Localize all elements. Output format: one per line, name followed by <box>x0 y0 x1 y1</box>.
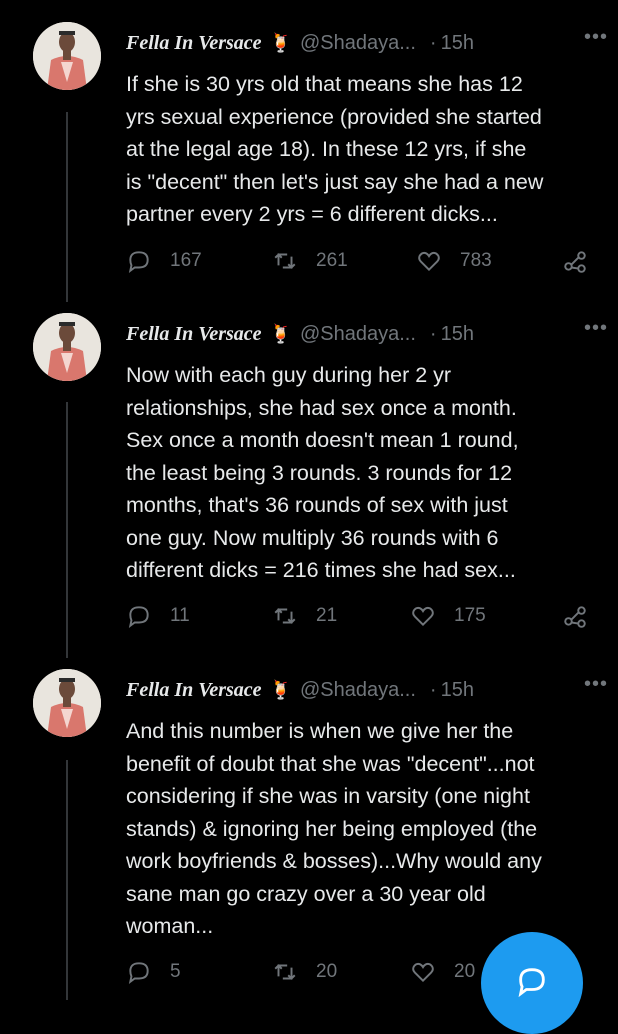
tweet-text-line: partner every 2 yrs = 6 different dicks.… <box>126 202 498 226</box>
like-button[interactable]: 783 <box>416 248 492 274</box>
more-options-icon[interactable]: ••• <box>584 673 608 696</box>
tweet-actions: 11 21 175 <box>126 603 592 633</box>
author-handle[interactable]: @Shadaya... <box>300 679 416 702</box>
tweet-header: Fella In Versace 🍹 @Shadaya... · 15h <box>126 28 598 58</box>
reply-count: 167 <box>170 250 202 271</box>
tweet-actions: 167 261 783 <box>126 248 592 278</box>
avatar[interactable] <box>33 22 101 90</box>
heart-icon <box>412 962 434 983</box>
like-count: 175 <box>454 605 486 626</box>
cocktail-emoji-icon: 🍹 <box>269 32 292 53</box>
author-handle[interactable]: @Shadaya... <box>300 323 416 346</box>
retweet-count: 261 <box>316 250 348 271</box>
retweet-icon <box>274 964 296 980</box>
cocktail-emoji-icon: 🍹 <box>269 679 292 700</box>
share-icon <box>564 606 586 628</box>
author-handle[interactable]: @Shadaya... <box>300 32 416 55</box>
retweet-icon <box>274 253 296 269</box>
author-name[interactable]: Fella In Versace <box>126 679 262 702</box>
tweet-text-line: yrs sexual experience (provided she star… <box>126 104 542 129</box>
separator-dot: · <box>429 31 437 54</box>
like-button[interactable]: 175 <box>410 603 486 629</box>
tweet-text-line: And this number is when we give her the <box>126 719 514 743</box>
timestamp[interactable]: 15h <box>441 32 474 55</box>
heart-icon <box>412 606 434 627</box>
share-button[interactable] <box>562 248 606 274</box>
avatar[interactable] <box>33 669 101 737</box>
heart-icon <box>418 251 440 272</box>
like-button[interactable]: 20 <box>410 959 475 985</box>
reply-icon <box>128 251 149 274</box>
retweet-button[interactable]: 20 <box>272 959 337 985</box>
retweet-count: 20 <box>316 961 338 982</box>
retweet-button[interactable]: 261 <box>272 248 348 274</box>
tweet-text-line: is "decent" then let's just say she had … <box>126 169 544 194</box>
tweet[interactable]: Fella In Versace 🍹 @Shadaya... · 15h •••… <box>0 313 618 653</box>
like-count: 783 <box>460 250 492 271</box>
tweet-header: Fella In Versace 🍹 @Shadaya... · 15h <box>126 319 598 349</box>
compose-icon <box>518 968 545 998</box>
tweet-text-line: If she is 30 yrs old that means she has … <box>126 72 523 96</box>
cocktail-emoji-icon: 🍹 <box>269 323 292 344</box>
tweet-text-line: relationships, she had sex once a month. <box>126 395 517 420</box>
retweet-button[interactable]: 21 <box>272 603 337 629</box>
more-options-icon[interactable]: ••• <box>584 317 608 340</box>
author-name[interactable]: Fella In Versace <box>126 32 262 55</box>
compose-button[interactable] <box>481 932 583 1034</box>
tweet-text-line: benefit of doubt that she was "decent"..… <box>126 751 535 776</box>
tweet-text: If she is 30 yrs old that means she has … <box>126 68 604 231</box>
more-options-icon[interactable]: ••• <box>584 26 608 49</box>
tweet-header: Fella In Versace 🍹 @Shadaya... · 15h <box>126 675 598 705</box>
timestamp[interactable]: 15h <box>441 679 474 702</box>
reply-button[interactable]: 11 <box>126 603 190 629</box>
separator-dot: · <box>429 678 437 701</box>
tweet-text-line: different dicks = 216 times she had sex.… <box>126 558 516 582</box>
tweet-text-line: considering if she was in varsity (one n… <box>126 784 530 808</box>
share-button[interactable] <box>562 603 606 629</box>
tweet-text: Now with each guy during her 2 yr relati… <box>126 359 604 587</box>
tweet-text-line: stands) & ignoring her being employed (t… <box>126 816 538 841</box>
tweet-text-line: Now with each guy during her 2 yr <box>126 363 452 387</box>
like-count: 20 <box>454 961 476 982</box>
timestamp[interactable]: 15h <box>441 323 474 346</box>
reply-button[interactable]: 167 <box>126 248 202 274</box>
tweet-text-line: months, that's 36 rounds of sex with jus… <box>126 493 508 517</box>
reply-icon <box>128 962 149 985</box>
tweet[interactable]: Fella In Versace 🍹 @Shadaya... · 15h •••… <box>0 22 618 292</box>
tweet-text-line: one guy. Now multiply 36 rounds with 6 <box>126 525 499 550</box>
tweet-text-line: Sex once a month doesn't mean 1 round, <box>126 428 519 452</box>
tweet-text-line: sane man go crazy over a 30 year old <box>126 881 486 906</box>
retweet-icon <box>274 608 296 624</box>
retweet-count: 21 <box>316 605 338 626</box>
share-icon <box>564 251 586 273</box>
avatar[interactable] <box>33 313 101 381</box>
tweet-text-line: at the legal age 18). In these 12 yrs, i… <box>126 137 527 161</box>
reply-button[interactable]: 5 <box>126 959 181 985</box>
tweet-text-line: work boyfriends & bosses)...Why would an… <box>126 849 542 873</box>
reply-count: 5 <box>170 961 181 982</box>
separator-dot: · <box>429 322 437 345</box>
tweet-text-line: the least being 3 rounds. 3 rounds for 1… <box>126 460 513 485</box>
reply-icon <box>128 606 149 629</box>
author-name[interactable]: Fella In Versace <box>126 323 262 346</box>
reply-count: 11 <box>170 605 190 626</box>
tweet-text: And this number is when we give her the … <box>126 715 604 943</box>
